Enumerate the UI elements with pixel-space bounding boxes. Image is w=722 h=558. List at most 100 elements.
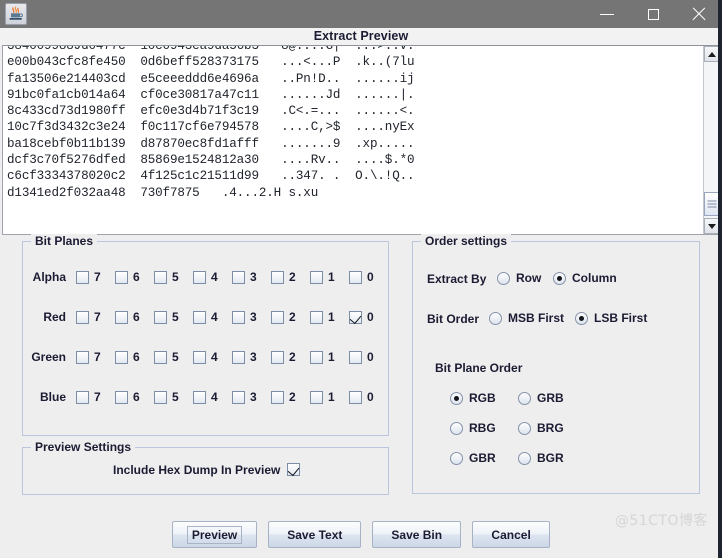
radio-button[interactable] [518,421,531,435]
radio-button[interactable] [497,271,510,285]
checkbox-alpha-bit-6[interactable] [115,270,128,284]
window-titlebar [0,0,722,28]
maximize-button[interactable] [630,0,676,28]
bit-number-label: 0 [367,390,374,404]
close-button[interactable] [676,0,722,28]
bit-number-label: 4 [211,270,218,284]
radio-bit-plane-order-grb[interactable]: GRB [518,391,564,405]
radio-button[interactable] [450,391,463,405]
scroll-down-icon[interactable] [704,218,719,234]
bit-plane-row-alpha: Alpha 7 6 5 4 3 2 1 0 [23,268,388,286]
bit-plane-cell: 3 [232,310,271,324]
radio-extract-by-column[interactable]: Column [553,271,617,285]
checkbox-green-bit-6[interactable] [115,350,128,364]
save-text-button[interactable]: Save Text [268,521,362,548]
checkbox-blue-bit-5[interactable] [154,390,167,404]
bit-plane-cell: 4 [193,390,232,404]
button-label: Save Bin [391,527,443,542]
checkbox-blue-bit-7[interactable] [76,390,89,404]
checkbox-red-bit-2[interactable] [271,310,284,324]
checkbox-alpha-bit-0[interactable] [349,270,362,284]
include-hex-dump-checkbox[interactable] [287,463,300,476]
preview-settings-panel: Preview Settings Include Hex Dump In Pre… [22,440,389,495]
bit-plane-cell: 6 [115,270,154,284]
radio-bit-plane-order-rgb[interactable]: RGB [450,391,496,405]
radio-bit-plane-order-brg[interactable]: BRG [518,421,564,435]
checkbox-alpha-bit-1[interactable] [310,270,323,284]
checkbox-blue-bit-0[interactable] [349,390,362,404]
bit-plane-cell: 4 [193,350,232,364]
radio-button[interactable] [450,421,463,435]
bit-number-label: 1 [328,390,335,404]
checkbox-green-bit-7[interactable] [76,350,89,364]
checkbox-alpha-bit-7[interactable] [76,270,89,284]
radio-button[interactable] [575,311,588,325]
radio-button[interactable] [450,451,463,465]
checkbox-alpha-bit-3[interactable] [232,270,245,284]
checkbox-green-bit-4[interactable] [193,350,206,364]
bit-plane-checkbox-group: 7 6 5 4 3 2 1 0 [76,310,388,324]
checkbox-red-bit-0[interactable] [349,310,362,324]
bit-plane-cell: 3 [232,350,271,364]
save-bin-button[interactable]: Save Bin [372,521,462,548]
scrollbar-thumb[interactable] [704,192,719,216]
checkbox-blue-bit-4[interactable] [193,390,206,404]
checkbox-red-bit-1[interactable] [310,310,323,324]
bit-plane-cell: 4 [193,310,232,324]
checkbox-red-bit-4[interactable] [193,310,206,324]
radio-bit-plane-order-rbg[interactable]: RBG [450,421,496,435]
radio-button[interactable] [518,451,531,465]
bit-number-label: 3 [250,310,257,324]
checkbox-red-bit-3[interactable] [232,310,245,324]
bit-plane-cell: 2 [271,390,310,404]
radio-label: RBG [469,421,496,435]
checkbox-blue-bit-6[interactable] [115,390,128,404]
window-controls [584,0,722,28]
checkbox-red-bit-7[interactable] [76,310,89,324]
radio-extract-by-row[interactable]: Row [497,271,541,285]
bit-number-label: 3 [250,270,257,284]
checkbox-green-bit-2[interactable] [271,350,284,364]
radio-label: RGB [469,391,496,405]
radio-label: GRB [537,391,564,405]
checkbox-red-bit-5[interactable] [154,310,167,324]
radio-button[interactable] [553,271,566,285]
checkbox-blue-bit-1[interactable] [310,390,323,404]
preview-button[interactable]: Preview [171,521,258,548]
minimize-button[interactable] [584,0,630,28]
radio-bit-plane-order-bgr[interactable]: BGR [518,451,564,465]
scroll-up-icon[interactable] [704,46,719,62]
checkbox-green-bit-1[interactable] [310,350,323,364]
bit-number-label: 2 [289,310,296,324]
scrollbar-track[interactable] [704,62,719,218]
checkbox-green-bit-5[interactable] [154,350,167,364]
bit-number-label: 0 [367,350,374,364]
bit-number-label: 5 [172,390,179,404]
bit-plane-cell: 0 [349,350,388,364]
radio-button[interactable] [489,311,502,325]
checkbox-green-bit-3[interactable] [232,350,245,364]
radio-button[interactable] [518,391,531,405]
bit-plane-cell: 0 [349,390,388,404]
bit-plane-cell: 6 [115,390,154,404]
radio-label: GBR [469,451,496,465]
checkbox-red-bit-6[interactable] [115,310,128,324]
radio-bit-order-msb[interactable]: MSB First [489,311,564,325]
button-label: Save Text [287,527,343,542]
checkbox-blue-bit-3[interactable] [232,390,245,404]
radio-bit-plane-order-gbr[interactable]: GBR [450,451,496,465]
radio-bit-order-lsb[interactable]: LSB First [575,311,647,325]
bit-plane-cell: 0 [349,310,388,324]
checkbox-alpha-bit-2[interactable] [271,270,284,284]
bit-number-label: 5 [172,270,179,284]
checkbox-alpha-bit-4[interactable] [193,270,206,284]
bit-plane-cell: 7 [76,310,115,324]
checkbox-alpha-bit-5[interactable] [154,270,167,284]
checkbox-blue-bit-2[interactable] [271,390,284,404]
bit-plane-channel-label: Blue [39,390,66,404]
cancel-button[interactable]: Cancel [472,521,551,548]
hex-dump-text[interactable]: 384009988Jd0477c 10c0943ea9da56b3 8@....… [3,46,703,234]
hex-dump-scrollbar[interactable] [703,46,719,234]
bit-plane-cell: 2 [271,270,310,284]
checkbox-green-bit-0[interactable] [349,350,362,364]
